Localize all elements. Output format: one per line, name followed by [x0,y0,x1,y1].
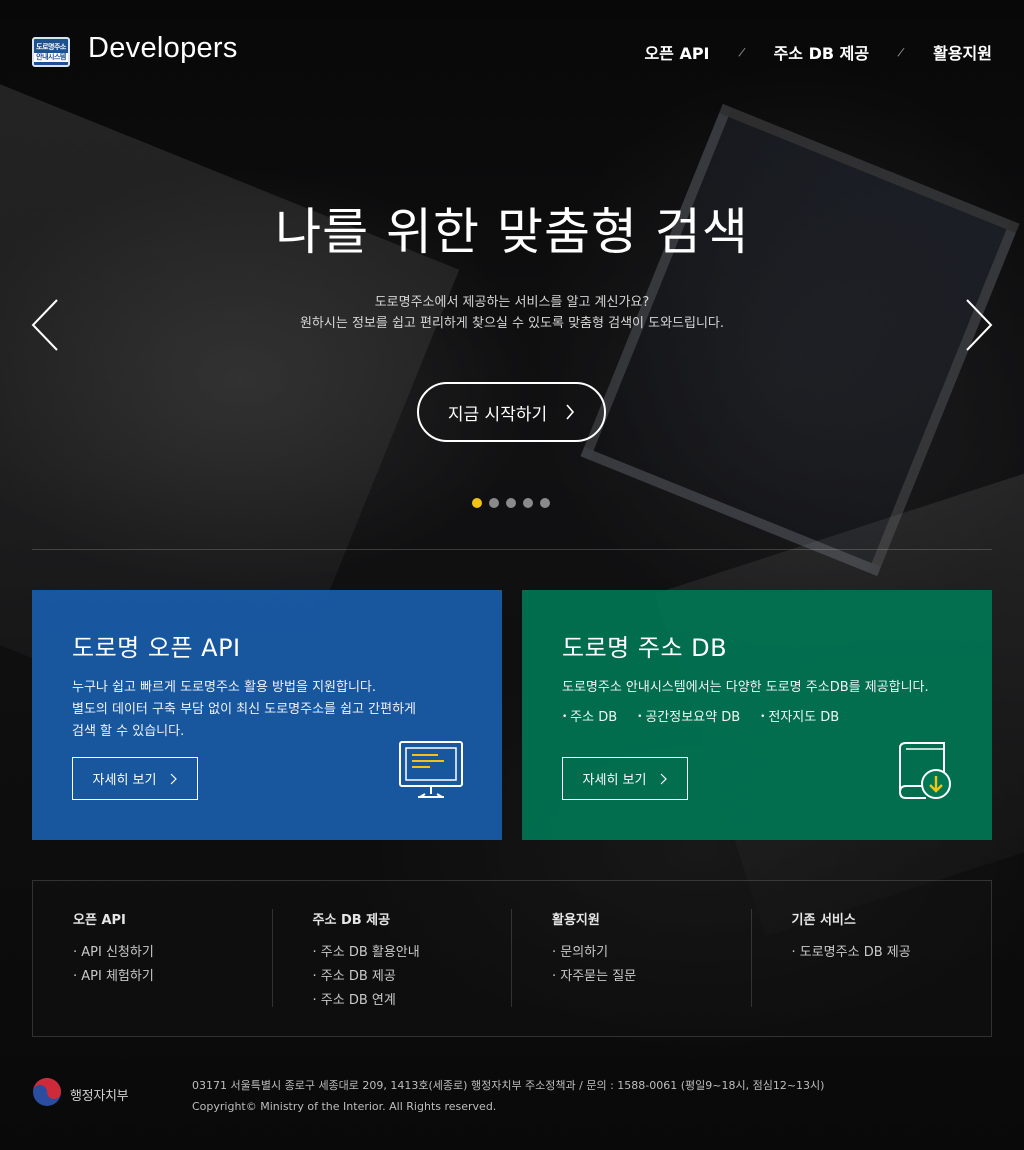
brand-title[interactable]: Developers [88,32,238,65]
address-db-card-title: 도로명 주소 DB [562,634,728,662]
nav-support[interactable]: 활용지원 [933,40,992,64]
hero-title: 나를 위한 맞춤형 검색 [275,203,749,261]
sitemap-heading: 주소 DB 제공 [312,913,391,928]
address-db-items: 주소 DB 공간정보요약 DB 전자지도 DB [562,706,952,725]
address-db-card-text: 도로명주소 안내시스템에서는 다양한 도로명 주소DB를 제공합니다. [562,680,929,695]
card-text-line: 별도의 데이터 구축 부담 없이 최신 도로명주소를 쉽고 간편하게 [72,702,417,717]
monitor-icon [399,741,463,798]
address-db-more-button[interactable]: 자세히 보기 [562,757,688,800]
open-api-more-button[interactable]: 자세히 보기 [72,757,198,800]
main-nav: 오픈 API / 주소 DB 제공 / 활용지원 [644,40,992,64]
chevron-right-icon [566,404,575,420]
sitemap: 오픈 API API 신청하기 API 체험하기 주소 DB 제공 주소 DB … [32,880,992,1037]
nav-separator: / [896,44,906,60]
sitemap-link[interactable]: API 체험하기 [73,965,272,989]
sitemap-heading: 기존 서비스 [791,913,856,928]
chevron-right-icon [171,773,178,784]
start-now-button[interactable]: 지금 시작하기 [417,382,606,442]
chevron-right-icon [966,299,993,351]
db-item: 전자지도 DB [760,706,839,725]
footer-info: 03171 서울특별시 종로구 세종대로 209, 1413호(세종로) 행정자… [192,1075,824,1117]
more-button-label: 자세히 보기 [582,773,647,788]
sitemap-link[interactable]: 도로명주소 DB 제공 [792,941,992,965]
card-text-line: 검색 할 수 있습니다. [72,724,185,739]
logo-badge-bottom: 안내시스템 [34,52,68,62]
sitemap-link[interactable]: 주소 DB 활용안내 [313,941,512,965]
sitemap-col-support: 활용지원 문의하기 자주묻는 질문 [512,909,752,1007]
db-item: 주소 DB [562,706,617,725]
hero-description: 도로명주소에서 제공하는 서비스를 알고 계신가요? 원하시는 정보를 쉽고 편… [0,292,1024,334]
hero-divider [32,549,992,550]
chevron-right-icon [661,773,668,784]
more-button-label: 자세히 보기 [92,773,157,788]
open-api-card-text: 누구나 쉽고 빠르게 도로명주소 활용 방법을 지원합니다. 별도의 데이터 구… [72,677,462,743]
next-slide-button[interactable] [964,298,994,352]
nav-address-db[interactable]: 주소 DB 제공 [774,40,870,64]
slide-dot-3[interactable] [506,498,516,508]
slide-dot-5[interactable] [540,498,550,508]
sitemap-col-legacy: 기존 서비스 도로명주소 DB 제공 [752,909,992,1007]
logo-badge-top: 도로명주소 [36,42,66,51]
open-api-card: 도로명 오픈 API 누구나 쉽고 빠르게 도로명주소 활용 방법을 지원합니다… [32,590,502,840]
sitemap-col-open-api: 오픈 API API 신청하기 API 체험하기 [33,909,273,1007]
book-download-icon [899,742,951,799]
site-footer: 행정자치부 03171 서울특별시 종로구 세종대로 209, 1413호(세종… [0,1060,1024,1140]
card-text-line: 누구나 쉽고 빠르게 도로명주소 활용 방법을 지원합니다. [72,680,377,695]
government-emblem-icon [33,1078,61,1106]
hero-desc-line: 원하시는 정보를 쉽고 편리하게 찾으실 수 있도록 맞춤형 검색이 도와드립니… [299,316,725,331]
slide-dot-2[interactable] [489,498,499,508]
ministry-name: 행정자치부 [70,1089,129,1104]
sitemap-heading: 오픈 API [73,913,126,928]
logo-badge[interactable]: 도로명주소 안내시스템 [32,37,70,67]
sitemap-col-address-db: 주소 DB 제공 주소 DB 활용안내 주소 DB 제공 주소 DB 연계 [273,909,512,1008]
chevron-left-icon [31,299,58,351]
slide-indicators [472,498,550,508]
sitemap-heading: 활용지원 [552,913,600,928]
hero: 나를 위한 맞춤형 검색 도로명주소에서 제공하는 서비스를 알고 계신가요? … [0,200,1024,334]
footer-copyright: Copyright© Ministry of the Interior. All… [192,1100,497,1113]
start-now-label: 지금 시작하기 [447,404,548,425]
sitemap-link[interactable]: 주소 DB 연계 [313,989,512,1013]
hero-desc-line: 도로명주소에서 제공하는 서비스를 알고 계신가요? [374,295,650,310]
prev-slide-button[interactable] [30,298,60,352]
sitemap-link[interactable]: 자주묻는 질문 [552,965,751,989]
footer-address: 03171 서울특별시 종로구 세종대로 209, 1413호(세종로) 행정자… [192,1079,825,1092]
nav-open-api[interactable]: 오픈 API [644,40,709,64]
nav-separator: / [737,44,746,60]
slide-dot-4[interactable] [523,498,533,508]
sitemap-link[interactable]: 주소 DB 제공 [313,965,512,989]
address-db-card: 도로명 주소 DB 도로명주소 안내시스템에서는 다양한 도로명 주소DB를 제… [522,590,992,840]
sitemap-link[interactable]: 문의하기 [552,941,751,965]
open-api-card-title: 도로명 오픈 API [72,634,241,662]
slide-dot-1[interactable] [472,498,482,508]
sitemap-link[interactable]: API 신청하기 [73,941,272,965]
site-header: 도로명주소 안내시스템 Developers 오픈 API / 주소 DB 제공… [0,0,1024,100]
db-item: 공간정보요약 DB [637,706,740,725]
